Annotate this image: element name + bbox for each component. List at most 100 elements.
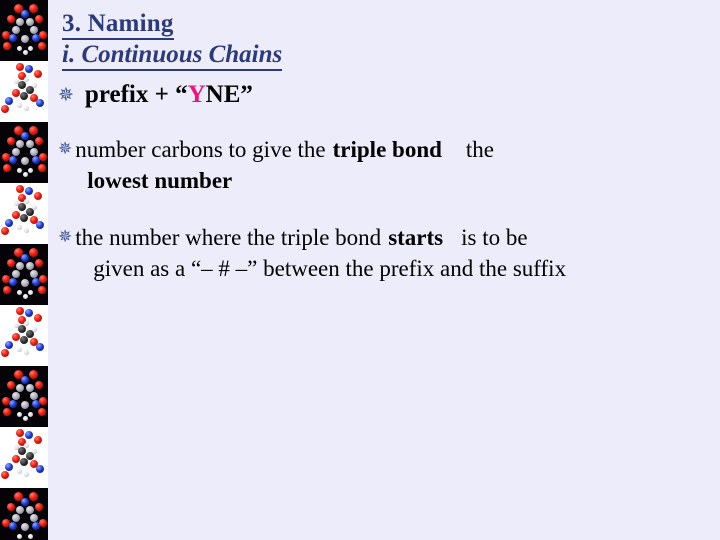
atom-carbon [30, 514, 38, 522]
atom-nitrogen [25, 65, 33, 73]
atom-oxygen [39, 397, 47, 405]
atom-hydrogen [28, 534, 33, 539]
bullet-text: the number where the triple bond starts is… [75, 222, 566, 284]
atom-oxygen [35, 15, 43, 23]
atom-oxygen [12, 333, 20, 341]
atom-carbon [20, 214, 28, 222]
atom-carbon [21, 279, 29, 287]
atom-oxygen [3, 408, 11, 416]
atom-nitrogen [21, 498, 29, 506]
atom-hydrogen [17, 347, 22, 352]
bullet-3-seg-3: is to be [461, 225, 528, 250]
atom-carbon [20, 336, 28, 344]
filmstrip-cell-nitroglycerin [0, 305, 48, 366]
atom-carbon [18, 325, 26, 333]
atom-carbon [16, 384, 24, 392]
atom-carbon [12, 270, 20, 278]
atom-nitrogen [9, 278, 17, 286]
atom-carbon [30, 392, 38, 400]
atom-carbon [18, 203, 26, 211]
atom-hydrogen [17, 103, 22, 108]
bullet-item-number-where-triple-bond-starts: ✵ the number where the triple bond starts… [58, 222, 720, 284]
atom-nitrogen [9, 400, 17, 408]
slide-content: 3. Naming i. Continuous Chains ✵ prefix … [48, 0, 720, 540]
atom-oxygen [2, 519, 10, 527]
filmstrip-cell-nitroglycerin [0, 427, 48, 488]
filmstrip-cell-tnt [0, 244, 48, 305]
star-bullet-icon: ✵ [58, 85, 74, 106]
atom-oxygen [2, 31, 10, 39]
atom-oxygen [12, 455, 20, 463]
atom-hydrogen [32, 205, 37, 210]
filmstrip-cell-nitroglycerin [0, 61, 48, 122]
slide-canvas: 3. Naming i. Continuous Chains ✵ prefix … [0, 0, 720, 540]
atom-oxygen [7, 503, 15, 511]
bullet-item-number-carbons: ✵ number carbons to give the triple bond t… [58, 134, 718, 196]
bullet-3-seg-1: the number where the triple bond [75, 225, 382, 250]
bullet-2-line1: number carbons to give the triple bond the [75, 137, 494, 162]
atom-carbon [16, 140, 24, 148]
bullet-item-prefix-yne: ✵ prefix + “YNE” [58, 80, 698, 110]
atom-oxygen [7, 137, 15, 145]
atom-oxygen [12, 89, 20, 97]
bullet-3-line2: given as a “– # –” between the prefix an… [93, 256, 567, 281]
atom-carbon [26, 18, 34, 26]
atom-carbon [21, 401, 29, 409]
atom-oxygen [29, 370, 38, 379]
atom-oxygen [34, 192, 42, 200]
atom-carbon [16, 506, 24, 514]
atom-oxygen [3, 42, 11, 50]
atom-carbon [20, 92, 28, 100]
atom-oxygen [34, 436, 42, 444]
atom-hydrogen [24, 106, 29, 111]
bullet-1-segment-3: NE” [205, 81, 253, 108]
atom-oxygen [7, 259, 15, 267]
atom-oxygen [1, 349, 9, 357]
atom-nitrogen [25, 431, 33, 439]
atom-nitrogen [21, 376, 29, 384]
atom-carbon [21, 157, 29, 165]
atom-carbon [12, 26, 20, 34]
atom-hydrogen [23, 294, 28, 299]
bullet-1-segment-1: prefix + “ [84, 81, 188, 108]
atom-oxygen [38, 408, 46, 416]
atom-hydrogen [32, 449, 37, 454]
atom-oxygen [7, 381, 15, 389]
atom-oxygen [29, 248, 38, 257]
atom-oxygen [38, 164, 46, 172]
atom-oxygen [2, 153, 10, 161]
atom-oxygen [1, 471, 9, 479]
atom-oxygen [2, 275, 10, 283]
bullet-3-line1: the number where the triple bond starts is… [75, 225, 527, 250]
atom-carbon [30, 270, 38, 278]
atom-hydrogen [17, 469, 22, 474]
atom-oxygen [35, 381, 43, 389]
atom-hydrogen [28, 412, 33, 417]
atom-hydrogen [17, 534, 22, 539]
atom-nitrogen [25, 309, 33, 317]
atom-oxygen [35, 137, 43, 145]
atom-carbon [26, 140, 34, 148]
atom-oxygen [12, 211, 20, 219]
molecule-filmstrip-sidebar [0, 0, 48, 540]
atom-hydrogen [24, 472, 29, 477]
atom-oxygen [3, 286, 11, 294]
atom-hydrogen [17, 46, 22, 51]
atom-hydrogen [32, 327, 37, 332]
atom-oxygen [16, 429, 24, 437]
bullet-1-segment-y: Y [187, 81, 206, 108]
atom-hydrogen [24, 228, 29, 233]
title-line-2-wrap: i. Continuous Chains [62, 41, 682, 71]
atom-carbon [12, 514, 20, 522]
bullet-2-seg-1: number carbons to give the [75, 137, 326, 162]
atom-hydrogen [17, 412, 22, 417]
atom-hydrogen [17, 290, 22, 295]
atom-oxygen [34, 314, 42, 322]
atom-oxygen [29, 4, 38, 13]
atom-carbon [12, 148, 20, 156]
atom-nitrogen [36, 99, 44, 107]
atom-oxygen [35, 259, 43, 267]
atom-carbon [21, 35, 29, 43]
bullet-text: prefix + “YNE” [85, 80, 253, 110]
filmstrip-cell-tnt [0, 122, 48, 183]
